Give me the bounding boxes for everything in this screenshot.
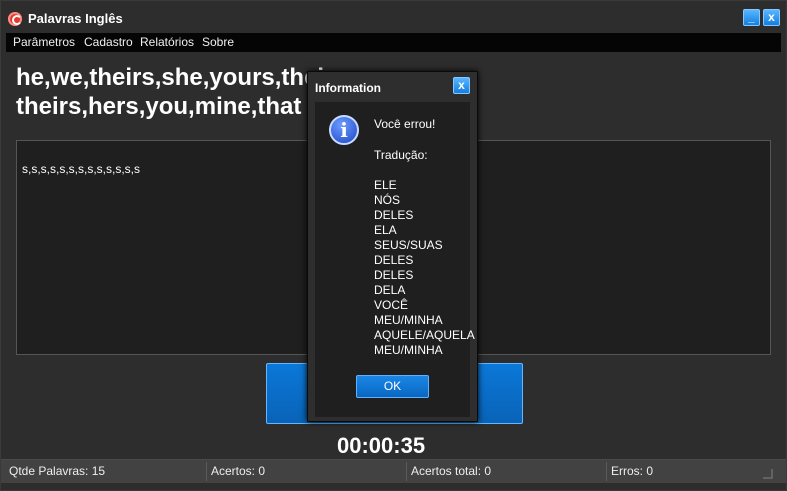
- translation-item: ELA: [374, 223, 397, 237]
- dialog-message: Você errou!: [374, 117, 436, 131]
- title-bar[interactable]: Palavras Inglês _ x: [1, 1, 786, 32]
- dialog-body: i Você errou! Tradução: ELE NÓS DELES EL…: [315, 102, 475, 417]
- ok-button[interactable]: OK: [356, 375, 429, 398]
- information-dialog: Information x i Você errou! Tradução: EL…: [307, 71, 478, 422]
- status-qtde-palavras: Qtde Palavras: 15: [9, 464, 106, 478]
- minimize-button[interactable]: _: [743, 9, 760, 26]
- status-separator: [406, 462, 407, 481]
- resize-grip-icon[interactable]: [763, 469, 773, 479]
- menu-item-relatorios[interactable]: Relatórios: [140, 35, 194, 49]
- dialog-close-button[interactable]: x: [453, 77, 470, 94]
- info-icon: i: [329, 115, 359, 145]
- window-title: Palavras Inglês: [28, 11, 123, 26]
- translation-item: DELES: [374, 253, 414, 267]
- translation-item: DELES: [374, 208, 414, 222]
- typed-answer: s,s,s,s,s,s,s,s,s,s,s,s,s: [22, 162, 141, 176]
- status-separator: [206, 462, 207, 481]
- translation-item: ELE: [374, 178, 397, 192]
- translation-item: VOCÊ: [374, 298, 409, 312]
- translation-label: Tradução:: [374, 148, 428, 162]
- menu-item-sobre[interactable]: Sobre: [202, 35, 234, 49]
- translation-item: DELA: [374, 283, 406, 297]
- dialog-title: Information: [315, 81, 381, 95]
- translation-item: MEU/MINHA: [374, 343, 443, 357]
- translation-item: DELES: [374, 268, 414, 282]
- close-button[interactable]: x: [763, 9, 780, 26]
- status-erros: Erros: 0: [611, 464, 654, 478]
- translation-item: MEU/MINHA: [374, 313, 443, 327]
- menu-bar: Parâmetros Cadastro Relatórios Sobre: [6, 33, 781, 52]
- app-icon: [8, 12, 22, 26]
- translation-item: NÓS: [374, 193, 401, 207]
- status-acertos-total: Acertos total: 0: [411, 464, 492, 478]
- translation-item: SEUS/SUAS: [374, 238, 443, 252]
- status-separator: [606, 462, 607, 481]
- menu-item-cadastro[interactable]: Cadastro: [84, 35, 133, 49]
- timer: 00:00:35: [337, 433, 426, 458]
- status-acertos: Acertos: 0: [211, 464, 266, 478]
- menu-item-parametros[interactable]: Parâmetros: [13, 35, 75, 49]
- translation-item: AQUELE/AQUELA: [374, 328, 475, 342]
- status-bar: Qtde Palavras: 15 Acertos: 0 Acertos tot…: [1, 459, 786, 483]
